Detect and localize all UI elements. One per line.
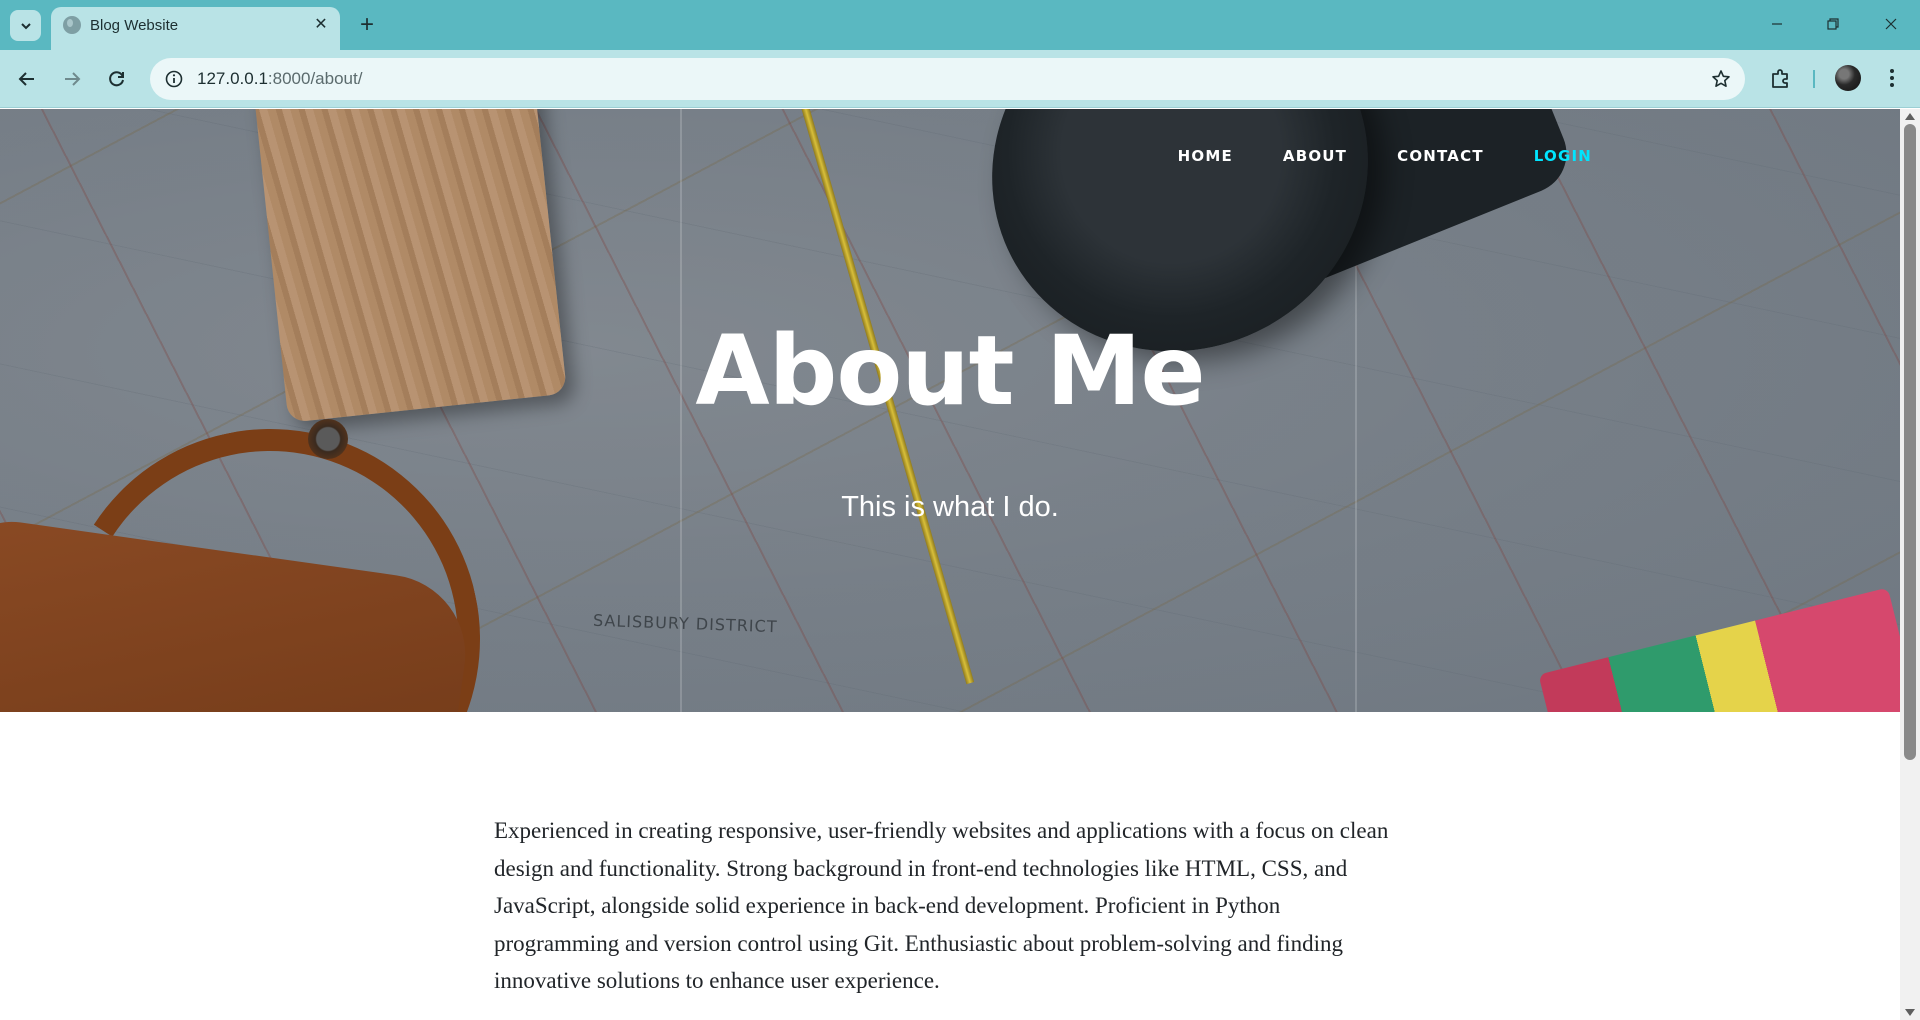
plus-icon: + [359,11,374,38]
new-tab-button[interactable]: + [352,10,382,40]
tab-list-button[interactable] [10,10,41,41]
site-nav: HOME ABOUT CONTACT LOGIN [1153,147,1617,165]
info-icon[interactable] [163,68,185,90]
page-viewport: SALISBURY DISTRICT HOME ABOUT CONTACT LO… [0,109,1920,1020]
nav-about-link[interactable]: ABOUT [1258,147,1372,165]
star-icon[interactable] [1709,67,1733,91]
vertical-scrollbar[interactable] [1900,109,1920,1020]
minimize-icon [1772,23,1782,25]
cards-image [1538,587,1900,712]
globe-icon [63,16,81,34]
scroll-thumb[interactable] [1904,124,1916,760]
chevron-down-icon [20,22,31,29]
close-icon[interactable]: ✕ [310,13,332,35]
avatar[interactable] [1835,65,1861,91]
map-label: SALISBURY DISTRICT [592,610,778,637]
browser-toolbar: 127.0.0.1:8000/about/ [0,50,1920,108]
tab-strip: Blog Website ✕ + [0,0,1920,50]
puzzle-icon[interactable] [1766,63,1796,93]
tab-title: Blog Website [90,17,179,34]
url-path: :8000/about/ [267,69,363,88]
page-title: About Me [695,315,1205,427]
close-window-button[interactable] [1862,0,1920,48]
about-paragraph: Experienced in creating responsive, user… [494,818,1389,993]
minimize-button[interactable] [1748,0,1806,48]
url-text[interactable]: 127.0.0.1:8000/about/ [197,69,362,89]
arrow-left-icon [18,72,34,86]
restore-button[interactable] [1804,0,1862,48]
scroll-down-arrow[interactable] [1905,1009,1915,1016]
back-button[interactable] [10,62,44,96]
close-icon [1885,18,1897,30]
toolbar-divider [1813,70,1815,88]
reload-button[interactable] [100,62,134,96]
tab-active[interactable]: Blog Website ✕ [51,7,340,50]
page-subtitle: This is what I do. [841,491,1059,523]
reload-icon [109,71,124,87]
forward-button[interactable] [55,62,89,96]
nav-login-link[interactable]: LOGIN [1509,147,1617,165]
nav-contact-link[interactable]: CONTACT [1372,147,1509,165]
scroll-up-arrow[interactable] [1905,113,1915,120]
restore-icon [1827,18,1839,30]
arrow-right-icon [65,72,81,86]
hero-header: SALISBURY DISTRICT HOME ABOUT CONTACT LO… [0,109,1900,712]
address-bar[interactable]: 127.0.0.1:8000/about/ [150,58,1745,100]
nav-home-link[interactable]: HOME [1153,147,1258,165]
kebab-menu-icon[interactable] [1880,64,1904,92]
url-host: 127.0.0.1 [197,69,268,88]
